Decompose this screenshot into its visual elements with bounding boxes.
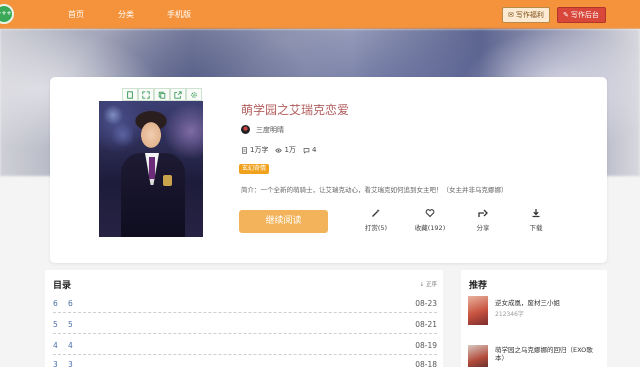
chapter-number: 5 bbox=[53, 320, 58, 329]
chapter-row[interactable]: 4 4 08-19 bbox=[53, 337, 437, 355]
chapter-number: 6 bbox=[53, 299, 58, 308]
copy-icon[interactable] bbox=[154, 88, 170, 101]
expand-icon[interactable] bbox=[138, 88, 154, 101]
nav-home-link[interactable]: 首页 bbox=[68, 9, 84, 20]
book-title: 萌学园之艾瑞克恋爱 bbox=[241, 103, 350, 117]
download-icon bbox=[532, 209, 540, 218]
chapter-date: 08-18 bbox=[415, 360, 437, 367]
corner-badge[interactable]: +++ bbox=[0, 4, 14, 24]
writing-backend-label: 写作后台 bbox=[570, 11, 599, 19]
share-out-icon[interactable] bbox=[170, 88, 186, 101]
download-label: 下载 bbox=[529, 224, 543, 232]
chapter-date: 08-19 bbox=[415, 341, 437, 350]
catalog-title: 目录 bbox=[53, 281, 72, 291]
view-count-stat: 1万 bbox=[275, 145, 296, 155]
cover-toolbar bbox=[122, 88, 202, 101]
recommend-cover[interactable] bbox=[468, 345, 488, 367]
sort-toggle[interactable]: ↓ 正序 bbox=[420, 280, 437, 288]
share-button[interactable]: 分享 bbox=[465, 208, 501, 232]
chapter-row[interactable]: 3 3 08-18 bbox=[53, 356, 437, 367]
recommend-item-title[interactable]: 逆女成凰，废材三小姐 bbox=[495, 297, 560, 307]
chapter-number: 4 bbox=[53, 341, 58, 350]
top-nav-bar: +++ 首页 分类 手机版 ✉写作福利 ✎写作后台 bbox=[0, 0, 640, 29]
book-cover-image[interactable] bbox=[99, 101, 203, 237]
share-icon bbox=[478, 209, 488, 217]
reward-label: 打赏(5) bbox=[364, 224, 388, 232]
recommend-item-words: 212346字 bbox=[495, 311, 524, 318]
comment-count: 4 bbox=[311, 146, 317, 154]
continue-reading-button[interactable]: 继续阅读 bbox=[239, 210, 328, 233]
chapter-title[interactable]: 5 bbox=[68, 320, 73, 329]
gift-icon: ✉ bbox=[508, 11, 514, 19]
chapter-row[interactable]: 6 6 08-23 bbox=[53, 295, 437, 313]
collect-button[interactable]: 收藏(192) bbox=[412, 208, 448, 232]
recommend-item-title[interactable]: 萌学园之乌克娜娜的回归（EXO歌本） bbox=[495, 346, 600, 362]
document-icon bbox=[242, 146, 247, 154]
writing-welfare-label: 写作福利 bbox=[515, 11, 544, 19]
genre-tag[interactable]: 玄幻奇情 bbox=[239, 164, 270, 174]
pen-icon: ✎ bbox=[563, 11, 569, 19]
comment-icon bbox=[303, 147, 310, 154]
book-stats: 1万字 1万 4 bbox=[241, 145, 323, 155]
view-count: 1万 bbox=[284, 146, 296, 154]
nav-mobile-link[interactable]: 手机版 bbox=[167, 9, 191, 20]
collect-label: 收藏(192) bbox=[414, 224, 446, 232]
nav-category-link[interactable]: 分类 bbox=[118, 9, 134, 20]
gear-icon[interactable] bbox=[186, 88, 202, 101]
chapter-title[interactable]: 3 bbox=[68, 360, 73, 367]
share-label: 分享 bbox=[476, 224, 490, 232]
chapter-date: 08-21 bbox=[415, 320, 437, 329]
comment-count-stat[interactable]: 4 bbox=[303, 146, 316, 154]
writing-backend-button[interactable]: ✎ 写作后台 bbox=[557, 7, 606, 23]
chapter-date: 08-23 bbox=[415, 299, 437, 308]
chapter-title[interactable]: 6 bbox=[68, 299, 73, 308]
chapter-catalog-panel: 目录 ↓ 正序 6 6 08-23 5 5 08-21 4 4 08-19 3 … bbox=[45, 270, 443, 367]
heart-icon bbox=[425, 209, 435, 218]
book-info-card: 萌学园之艾瑞克恋爱 三度明晴 1万字 1万 4 玄幻奇情 简介：一个全新的萌骑士… bbox=[50, 77, 607, 263]
writing-welfare-button[interactable]: ✉ 写作福利 bbox=[502, 7, 550, 23]
recommend-cover[interactable] bbox=[468, 296, 488, 325]
word-count-stat: 1万字 bbox=[241, 145, 268, 155]
recommend-item[interactable]: 萌学园之乌克娜娜的回归（EXO歌本） bbox=[468, 345, 603, 367]
author-avatar[interactable] bbox=[241, 125, 250, 134]
chapter-title[interactable]: 4 bbox=[68, 341, 73, 350]
recommend-panel: 推荐 逆女成凰，废材三小姐 212346字 萌学园之乌克娜娜的回归（EXO歌本） bbox=[461, 270, 607, 367]
recommend-title: 推荐 bbox=[469, 281, 488, 291]
bookmark-icon[interactable] bbox=[122, 88, 138, 101]
magic-wand-icon bbox=[372, 209, 380, 217]
book-intro: 简介：一个全新的萌骑士，让艾瑞克动心，看艾瑞克如何追到女主吧！（女主并非乌克娜娜… bbox=[241, 186, 508, 194]
eye-icon bbox=[275, 147, 283, 153]
chapter-row[interactable]: 5 5 08-21 bbox=[53, 316, 437, 334]
word-count: 1万字 bbox=[250, 146, 269, 154]
chapter-number: 3 bbox=[53, 360, 58, 367]
author-name[interactable]: 三度明晴 bbox=[256, 125, 284, 135]
download-button[interactable]: 下载 bbox=[518, 208, 554, 232]
recommend-item[interactable]: 逆女成凰，废材三小姐 212346字 bbox=[468, 296, 603, 330]
reward-button[interactable]: 打赏(5) bbox=[358, 208, 394, 232]
